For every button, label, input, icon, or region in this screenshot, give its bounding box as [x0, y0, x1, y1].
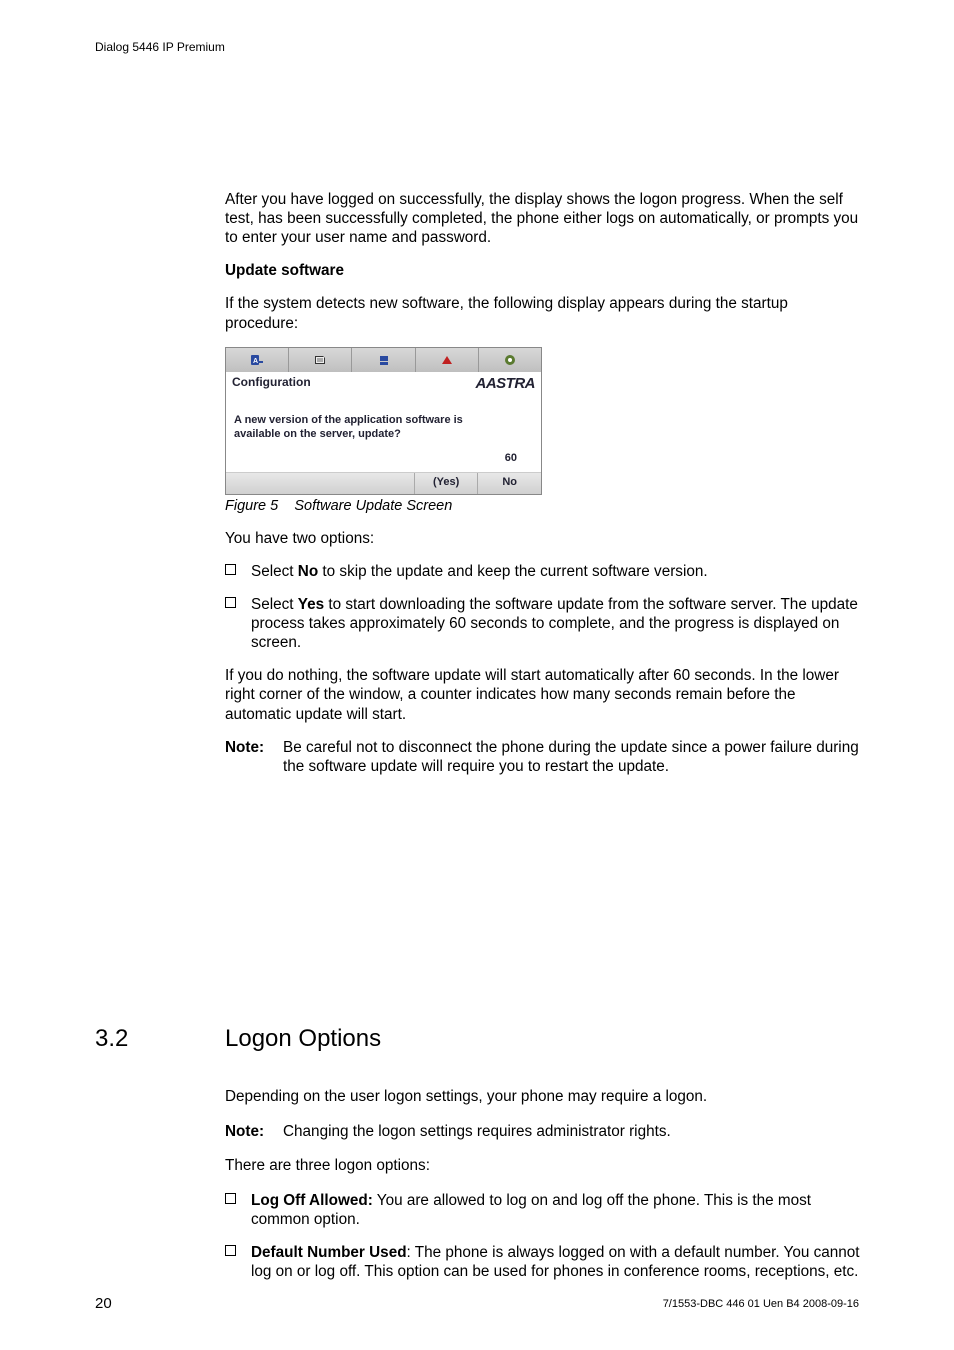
options-lead: You have two options: [225, 529, 865, 548]
logon-option-default: Default Number Used: The phone is always… [225, 1243, 865, 1281]
logon-note: Note: Changing the logon settings requir… [225, 1122, 865, 1141]
no-button[interactable]: No [477, 473, 541, 494]
camera-icon [439, 353, 455, 367]
section-body: Depending on the user logon settings, yo… [225, 1072, 865, 1295]
phone-screenshot: A Configuration AASTRA A new version of … [225, 347, 542, 495]
phone-buttonbar: (Yes) No [226, 472, 541, 494]
brand-logo: AASTRA [476, 375, 536, 394]
bold-yes: Yes [298, 596, 324, 613]
logon-p2: There are three logon options: [225, 1156, 865, 1175]
gear-icon [502, 353, 518, 367]
section-number: 3.2 [95, 1025, 128, 1053]
checkbox-marker [225, 595, 251, 652]
note-block: Note: Be careful not to disconnect the p… [225, 738, 865, 776]
logon-p1: Depending on the user logon settings, yo… [225, 1087, 865, 1106]
contacts-icon [312, 353, 328, 367]
svg-text:A: A [253, 358, 258, 365]
note-label: Note: [225, 738, 283, 776]
note-body: Be careful not to disconnect the phone d… [283, 738, 865, 776]
auto-update-note: If you do nothing, the software update w… [225, 666, 865, 723]
phone-msg-line1: A new version of the application softwar… [234, 414, 533, 428]
option-no-text: Select No to skip the update and keep th… [251, 562, 865, 581]
phone-message: A new version of the application softwar… [226, 396, 541, 450]
option-yes-text: Select Yes to start downloading the soft… [251, 595, 865, 652]
phone-header: Configuration AASTRA [226, 372, 541, 397]
running-header: Dialog 5446 IP Premium [95, 40, 225, 54]
note-label: Note: [225, 1122, 283, 1141]
phone-icon: A [249, 353, 265, 367]
text-span: to start downloading the software update… [251, 596, 858, 651]
option-no: Select No to skip the update and keep th… [225, 562, 865, 581]
phone-tabbar: A [226, 348, 541, 372]
update-software-heading: Update software [225, 261, 865, 280]
text-span: to skip the update and keep the current … [318, 563, 707, 580]
bold-label: Default Number Used [251, 1244, 407, 1261]
phone-tab-callhist[interactable] [352, 348, 415, 372]
countdown-value: 60 [226, 450, 541, 472]
intro-paragraph: After you have logged on successfully, t… [225, 190, 865, 247]
buttonbar-spacer [226, 473, 414, 494]
yes-button[interactable]: (Yes) [414, 473, 478, 494]
bold-label: Log Off Allowed: [251, 1192, 373, 1209]
page-number: 20 [95, 1295, 112, 1312]
figure-title: Software Update Screen [294, 498, 452, 514]
checkbox-marker [225, 1191, 251, 1229]
phone-tab-camera[interactable] [416, 348, 479, 372]
figure-number: Figure 5 [225, 498, 278, 514]
text-span: Select [251, 563, 298, 580]
phone-tab-contacts[interactable] [289, 348, 352, 372]
section-title: Logon Options [225, 1025, 381, 1053]
document-id: 7/1553-DBC 446 01 Uen B4 2008-09-16 [663, 1298, 859, 1310]
option-yes: Select Yes to start downloading the soft… [225, 595, 865, 652]
phone-msg-line2: available on the server, update? [234, 428, 533, 442]
logoff-text: Log Off Allowed: You are allowed to log … [251, 1191, 865, 1229]
checkbox-marker [225, 562, 251, 581]
bold-no: No [298, 563, 318, 580]
callhistory-icon [376, 353, 392, 367]
checkbox-marker [225, 1243, 251, 1281]
default-text: Default Number Used: The phone is always… [251, 1243, 865, 1281]
logon-option-logoff: Log Off Allowed: You are allowed to log … [225, 1191, 865, 1229]
main-content: After you have logged on successfully, t… [225, 190, 865, 790]
phone-tab-phone[interactable]: A [226, 348, 289, 372]
config-label: Configuration [232, 375, 311, 394]
figure-caption: Figure 5 Software Update Screen [225, 497, 865, 515]
phone-tab-settings[interactable] [479, 348, 541, 372]
update-software-intro: If the system detects new software, the … [225, 294, 865, 332]
text-span: Select [251, 596, 298, 613]
note-body: Changing the logon settings requires adm… [283, 1122, 865, 1141]
